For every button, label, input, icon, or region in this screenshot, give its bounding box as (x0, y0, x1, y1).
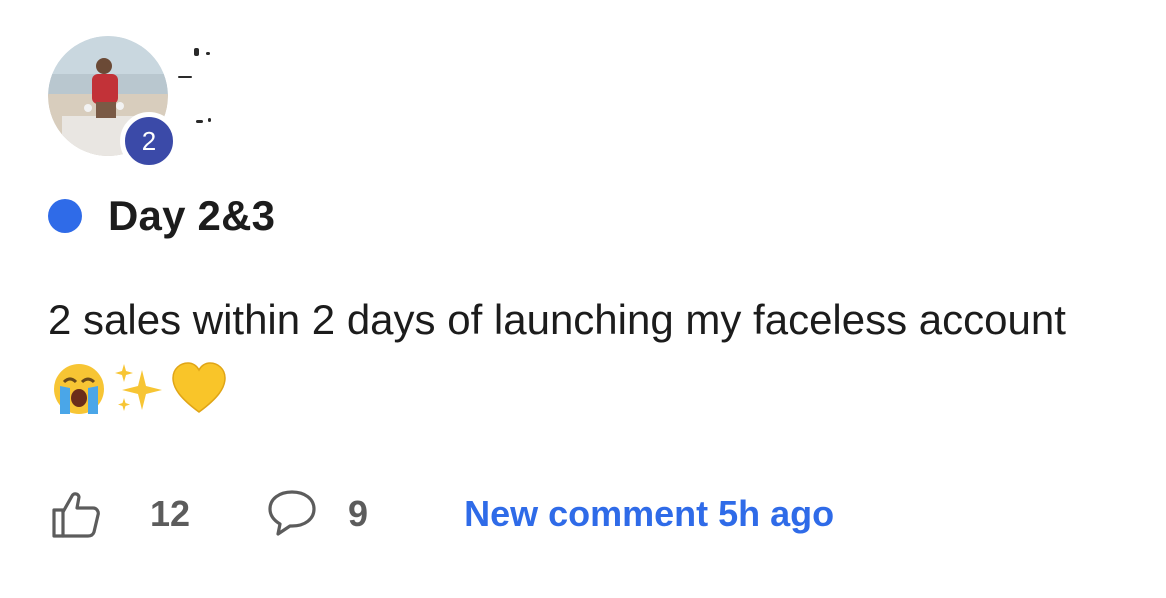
thumbs-up-icon[interactable] (50, 488, 102, 540)
post-card: 2 Day 2&3 2 sales within 2 days of launc… (0, 0, 1166, 598)
yellow-heart-emoji-icon (172, 362, 226, 413)
post-actions: 12 9 New comment 5h ago (50, 488, 834, 540)
level-badge: 2 (120, 112, 178, 170)
like-count: 12 (150, 493, 191, 534)
comment-count: 9 (348, 493, 369, 534)
post-title-row: Day 2&3 (48, 192, 275, 240)
author-name-redacted (176, 40, 256, 130)
post-body-text: 2 sales within 2 days of launching my fa… (48, 296, 1066, 343)
post-body: 2 sales within 2 days of launching my fa… (48, 284, 1088, 428)
comment-bubble-icon[interactable] (266, 486, 318, 538)
sparkles-emoji-icon (115, 364, 162, 411)
comment-button[interactable] (266, 486, 318, 543)
status-dot-icon (48, 199, 82, 233)
post-title[interactable]: Day 2&3 (108, 192, 275, 240)
crying-face-emoji-icon (54, 364, 104, 414)
new-comment-link[interactable]: New comment 5h ago (464, 493, 834, 535)
avatar-container[interactable]: 2 (48, 36, 178, 170)
